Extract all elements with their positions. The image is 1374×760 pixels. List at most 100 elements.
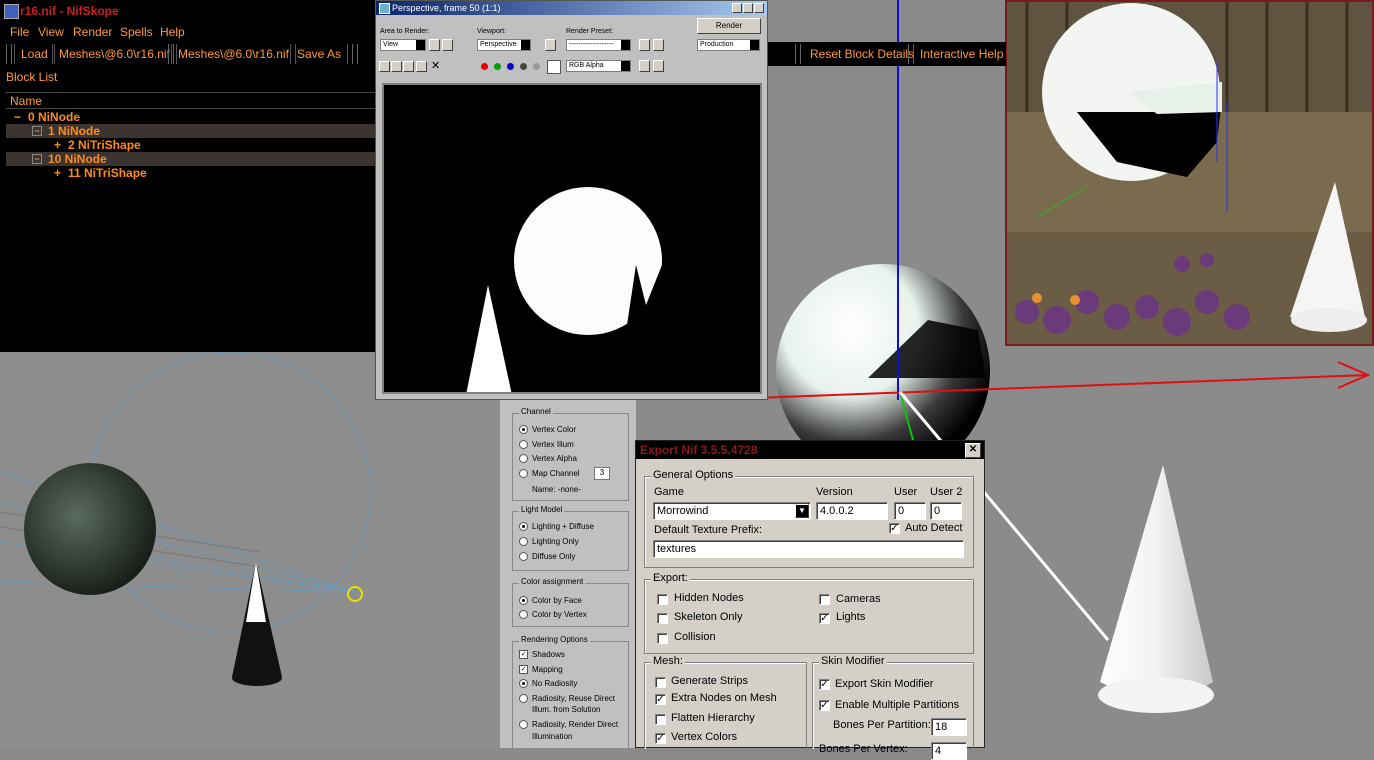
clear-icon[interactable]: ✕ bbox=[431, 59, 440, 72]
render-preset-select[interactable]: ------------------- bbox=[566, 39, 631, 51]
tree-column-header[interactable]: Name bbox=[6, 92, 376, 109]
toggle-overlay-icon[interactable] bbox=[653, 60, 664, 72]
color-by-face-radio[interactable]: Color by Face bbox=[519, 596, 582, 606]
toolbar-grip[interactable] bbox=[352, 44, 358, 64]
load-button[interactable]: Load bbox=[14, 44, 55, 64]
mapping-checkbox[interactable]: ✓ Mapping bbox=[519, 665, 563, 675]
radiosity-render-label-cont: Illumination bbox=[532, 732, 573, 741]
print-icon[interactable] bbox=[416, 61, 427, 72]
vertex-illum-radio[interactable]: Vertex Illum bbox=[519, 440, 574, 450]
environment-icon[interactable] bbox=[653, 39, 664, 51]
copy-image-icon[interactable] bbox=[391, 61, 402, 72]
save-as-button[interactable]: Save As bbox=[290, 44, 349, 64]
load-path-field[interactable]: Meshes\@6.0\r16.nif bbox=[52, 44, 177, 64]
export-skin-checkbox[interactable]: ✓ bbox=[819, 679, 830, 690]
version-field[interactable]: 4.0.0.2 bbox=[816, 502, 888, 520]
menu-file[interactable]: File bbox=[10, 25, 29, 39]
map-channel-spinner[interactable]: 3 bbox=[594, 467, 610, 480]
game-select[interactable]: Morrowind ▼ bbox=[653, 502, 811, 520]
color-by-vertex-radio[interactable]: Color by Vertex bbox=[519, 610, 587, 620]
skeleton-only-label: Skeleton Only bbox=[674, 611, 743, 623]
render-setup-icon[interactable] bbox=[639, 39, 650, 51]
vertex-colors-checkbox[interactable]: ✓ bbox=[655, 733, 666, 744]
save-path-field[interactable]: Meshes\@6.0\r16.nif bbox=[171, 44, 296, 64]
menu-spells[interactable]: Spells bbox=[120, 25, 153, 39]
radio-label: Radiosity, Render Direct bbox=[532, 720, 619, 729]
alpha-channel-icon[interactable] bbox=[520, 63, 527, 70]
collapse-icon[interactable]: − bbox=[32, 126, 42, 136]
vertex-alpha-radio[interactable]: Vertex Alpha bbox=[519, 454, 577, 464]
viewport-left[interactable] bbox=[0, 352, 500, 748]
expand-icon[interactable]: + bbox=[54, 138, 61, 152]
toolbar-grip[interactable] bbox=[795, 44, 801, 64]
extra-nodes-checkbox[interactable]: ✓ bbox=[655, 694, 666, 705]
close-button[interactable] bbox=[754, 3, 764, 13]
collapse-icon[interactable]: − bbox=[32, 154, 42, 164]
lighting-diffuse-radio[interactable]: Lighting + Diffuse bbox=[519, 522, 594, 532]
menu-render[interactable]: Render bbox=[73, 25, 112, 39]
menu-help[interactable]: Help bbox=[160, 25, 185, 39]
mono-channel-icon[interactable] bbox=[533, 63, 540, 70]
generate-strips-label: Generate Strips bbox=[671, 675, 749, 687]
maximize-button[interactable] bbox=[743, 3, 753, 13]
hidden-nodes-checkbox[interactable] bbox=[657, 594, 668, 605]
user-field[interactable]: 0 bbox=[894, 502, 926, 520]
skeleton-only-checkbox[interactable] bbox=[657, 613, 668, 624]
cameras-checkbox[interactable] bbox=[819, 594, 830, 605]
area-to-render-select[interactable]: View bbox=[380, 39, 426, 51]
rendered-image bbox=[382, 83, 762, 394]
no-radiosity-radio[interactable]: No Radiosity bbox=[519, 679, 577, 689]
lock-icon[interactable] bbox=[545, 39, 556, 51]
tree-row[interactable]: − 1 NiNode bbox=[6, 124, 376, 138]
radiosity-render-radio[interactable]: Radiosity, Render Direct bbox=[519, 720, 619, 730]
lights-checkbox[interactable]: ✓ bbox=[819, 613, 830, 624]
toolbar-grip[interactable] bbox=[6, 44, 12, 64]
tree-row[interactable]: − 0 NiNode bbox=[6, 110, 376, 124]
toggle-ui-icon[interactable] bbox=[639, 60, 650, 72]
menu-view[interactable]: View bbox=[38, 25, 64, 39]
collapse-icon[interactable]: − bbox=[14, 110, 21, 124]
minimize-button[interactable] bbox=[732, 3, 742, 13]
radiosity-reuse-radio[interactable]: Radiosity, Reuse Direct bbox=[519, 694, 615, 704]
skin-modifier-title: Skin Modifier bbox=[819, 655, 887, 667]
channel-display-select[interactable]: RGB Alpha bbox=[566, 60, 631, 72]
tree-row[interactable]: − 10 NiNode bbox=[6, 152, 376, 166]
red-channel-icon[interactable] bbox=[481, 63, 488, 70]
interactive-help-button[interactable]: Interactive Help bbox=[914, 44, 1009, 64]
vertex-paint-rollout: Channel Vertex Color Vertex Illum Vertex… bbox=[500, 400, 636, 748]
reset-block-details-button[interactable]: Reset Block Details bbox=[804, 44, 920, 64]
close-icon[interactable]: ✕ bbox=[965, 443, 981, 458]
auto-region-icon[interactable] bbox=[442, 39, 453, 51]
name-column-label: Name bbox=[10, 94, 43, 108]
flatten-hierarchy-checkbox[interactable] bbox=[655, 714, 666, 725]
menubar: File View Render Spells Help bbox=[0, 22, 376, 40]
render-region-icon[interactable] bbox=[429, 39, 440, 51]
expand-icon[interactable]: + bbox=[54, 166, 61, 180]
bones-per-vertex-field[interactable]: 4 bbox=[931, 742, 967, 760]
save-image-icon[interactable] bbox=[379, 61, 390, 72]
multiple-partitions-checkbox[interactable]: ✓ bbox=[819, 700, 830, 711]
lighting-only-radio[interactable]: Lighting Only bbox=[519, 537, 579, 547]
shadows-checkbox[interactable]: ✓ Shadows bbox=[519, 650, 565, 660]
vertex-color-radio[interactable]: Vertex Color bbox=[519, 425, 576, 435]
blue-channel-icon[interactable] bbox=[507, 63, 514, 70]
vertex-colors-label: Vertex Colors bbox=[671, 731, 738, 743]
clone-window-icon[interactable] bbox=[403, 61, 414, 72]
map-channel-radio[interactable]: Map Channel bbox=[519, 469, 580, 479]
render-mode-select[interactable]: Production bbox=[697, 39, 760, 51]
bones-per-partition-field[interactable]: 18 bbox=[931, 718, 967, 736]
viewport-select[interactable]: Perspective bbox=[477, 39, 531, 51]
tree-row[interactable]: + 2 NiTriShape bbox=[6, 138, 376, 152]
color-swatch[interactable] bbox=[547, 60, 561, 74]
collision-checkbox[interactable] bbox=[657, 633, 668, 644]
generate-strips-checkbox[interactable] bbox=[655, 677, 666, 688]
tree-row-label: 1 NiNode bbox=[48, 124, 101, 138]
render-button[interactable]: Render bbox=[697, 18, 761, 34]
radio-label: Vertex Illum bbox=[532, 440, 574, 449]
texture-prefix-field[interactable]: textures bbox=[653, 540, 964, 558]
auto-detect-checkbox[interactable]: ✓ bbox=[889, 523, 900, 534]
user2-field[interactable]: 0 bbox=[930, 502, 962, 520]
diffuse-only-radio[interactable]: Diffuse Only bbox=[519, 552, 575, 562]
green-channel-icon[interactable] bbox=[494, 63, 501, 70]
tree-row[interactable]: + 11 NiTriShape bbox=[6, 166, 376, 180]
